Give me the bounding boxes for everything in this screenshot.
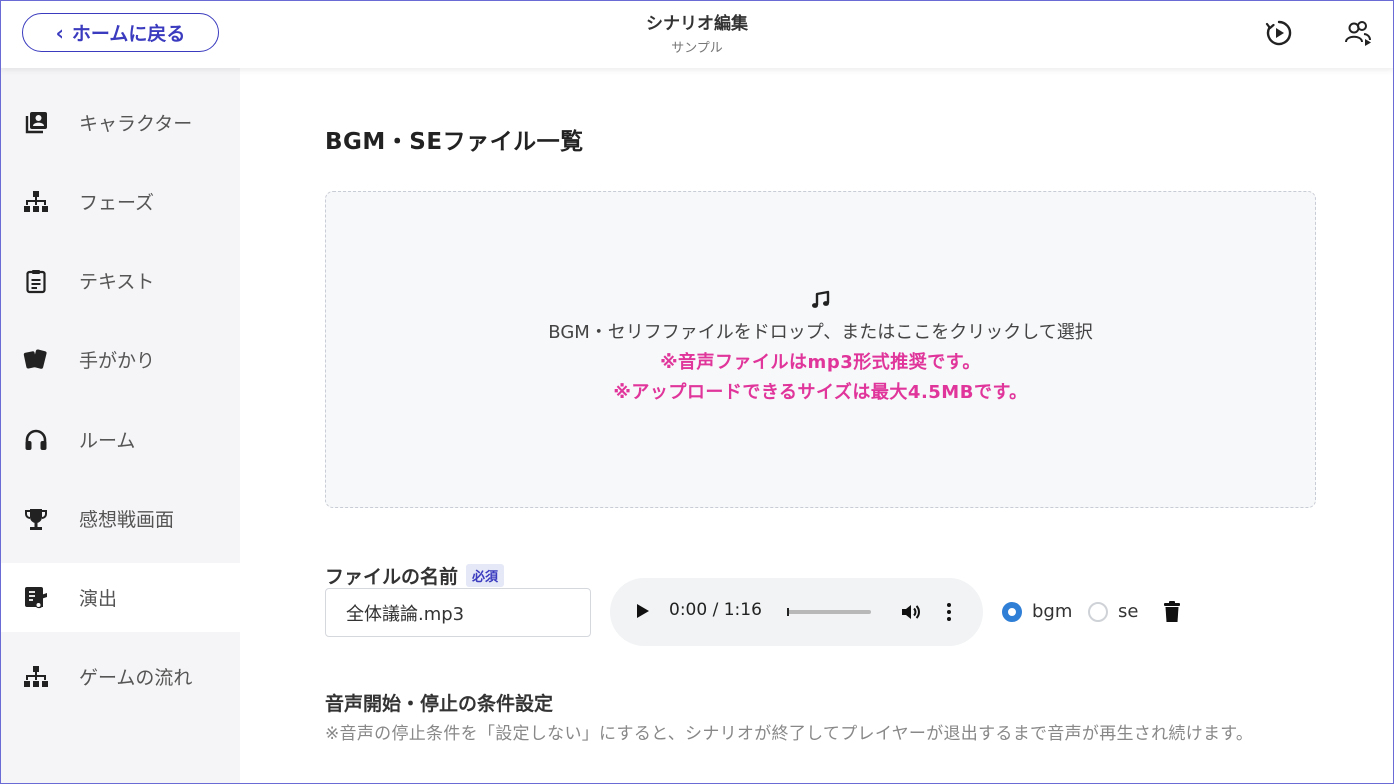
sitemap-icon — [22, 663, 50, 691]
dropzone-size-warning: ※アップロードできるサイズは最大4.5MBです。 — [613, 382, 1028, 403]
sidebar-item-label: テキスト — [79, 271, 155, 293]
audio-progress-bar[interactable] — [787, 608, 871, 616]
audio-progress-knob[interactable] — [787, 608, 789, 616]
sidebar-item-label: ルーム — [79, 430, 136, 452]
radio-bgm-circle[interactable] — [1002, 601, 1022, 622]
main-content: BGM・SEファイル一覧 BGM・セリフファイルをドロップ、またはここをクリック… — [240, 68, 1394, 784]
radio-se-label: se — [1118, 601, 1139, 622]
sidebar-item-label: 手がかり — [79, 350, 156, 372]
clipboard-icon — [22, 267, 50, 295]
headphones-icon — [22, 426, 50, 454]
sitemap-icon — [22, 188, 50, 216]
character-icon — [22, 109, 50, 137]
sidebar-item-label: フェーズ — [79, 192, 155, 214]
radio-bgm[interactable]: bgm — [1002, 601, 1072, 622]
file-name-label-text: ファイルの名前 — [325, 566, 459, 588]
music-note-icon — [326, 289, 1315, 315]
sidebar-item-label: キャラクター — [79, 113, 193, 135]
audio-player: 0:00 / 1:16 — [610, 578, 983, 646]
play-icon[interactable] — [635, 600, 651, 622]
file-name-label: ファイルの名前 必須 — [325, 562, 505, 589]
sidebar-item-text[interactable]: テキスト — [0, 246, 240, 315]
file-name-input[interactable] — [325, 588, 591, 637]
music-board-icon — [22, 584, 50, 612]
sidebar-item-label: 感想戦画面 — [79, 509, 175, 531]
sidebar-item-room[interactable]: ルーム — [0, 405, 240, 474]
header: ‹ ホームに戻る シナリオ編集 サンプル — [0, 0, 1394, 68]
cards-icon — [22, 346, 50, 374]
section-title: BGM・SEファイル一覧 — [325, 129, 584, 155]
scenario-name: サンプル — [671, 41, 723, 56]
volume-icon[interactable] — [899, 600, 923, 624]
sidebar-item-game-flow[interactable]: ゲームの流れ — [0, 642, 240, 711]
sidebar-item-review-screen[interactable]: 感想戦画面 — [0, 484, 240, 553]
sidebar-item-effects[interactable]: 演出 — [0, 563, 240, 632]
sidebar: キャラクター フェーズ テキスト 手がかり ルーム 感想戦画面 演出 ゲームの流… — [0, 68, 240, 784]
file-dropzone[interactable]: BGM・セリフファイルをドロップ、またはここをクリックして選択 ※音声ファイルは… — [325, 191, 1316, 508]
radio-bgm-label: bgm — [1032, 601, 1073, 622]
condition-section-title: 音声開始・停止の条件設定 — [325, 693, 554, 715]
play-circle-icon[interactable] — [1264, 18, 1294, 48]
more-vertical-icon[interactable] — [942, 600, 956, 624]
required-badge: 必須 — [466, 564, 505, 587]
sidebar-item-character[interactable]: キャラクター — [0, 88, 240, 157]
sidebar-item-clues[interactable]: 手がかり — [0, 325, 240, 394]
dropzone-instruction: BGM・セリフファイルをドロップ、またはここをクリックして選択 — [548, 322, 1093, 343]
condition-note: ※音声の停止条件を「設定しない」にすると、シナリオが終了してプレイヤーが退出する… — [325, 724, 1254, 744]
audio-time: 0:00 / 1:16 — [669, 600, 762, 620]
trophy-icon — [22, 505, 50, 533]
page-title: シナリオ編集 — [646, 14, 748, 34]
radio-se-circle[interactable] — [1088, 601, 1108, 622]
trash-icon[interactable] — [1161, 600, 1183, 624]
sidebar-item-phase[interactable]: フェーズ — [0, 167, 240, 236]
radio-se[interactable]: se — [1088, 601, 1138, 622]
sidebar-item-label: 演出 — [79, 588, 118, 610]
users-icon[interactable] — [1343, 18, 1373, 48]
dropzone-format-warning: ※音声ファイルはmp3形式推奨です。 — [660, 352, 981, 373]
sidebar-item-label: ゲームの流れ — [79, 667, 193, 689]
